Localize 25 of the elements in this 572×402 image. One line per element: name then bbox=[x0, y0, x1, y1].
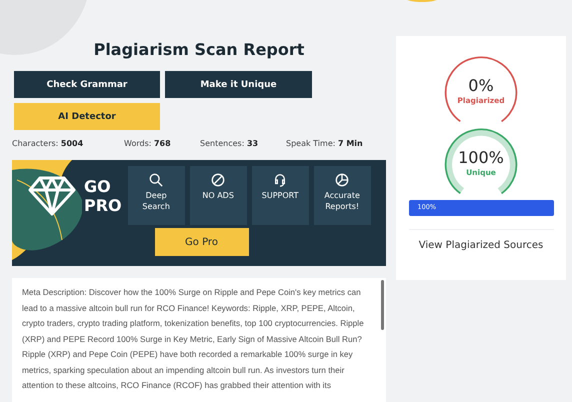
scrollbar-thumb[interactable] bbox=[381, 280, 384, 330]
search-icon bbox=[149, 173, 164, 187]
feature-label: SUPPORT bbox=[262, 190, 299, 201]
prohibited-icon bbox=[211, 173, 226, 187]
content-paragraph: Meta Description: Discover how the 100% Surge on Ripple and Pepe Coin's key metrics can lead to a massive altcoin bull run for RCO Finance! Keywords: Ripple, XRP, PEPE, Altcoin, crypto traders, crypto trading platform, tokenization benefits, top 100 cryptocurrencies. Ripple (XRP) and PEPE Record 100% Surge in Key Metric, Early Sign of Massive Altcoin Bull Run? Ripple (XRP) and Pepe Coin (PEPE) have both recorded a remarkable 100% surge in key metrics, sparking speculation about an impending altcoin bull run. As investors turn their attention to these altcoins, RCO Finance (RCOF) has grabbed their attention with its bbox=[22, 286, 365, 392]
feature-label: Accurate Reports! bbox=[323, 190, 361, 212]
report-title: Plagiarism Scan Report bbox=[92, 39, 306, 61]
action-button[interactable]: AI Detector bbox=[14, 103, 160, 130]
stat-text: Characters: 5004 bbox=[12, 139, 84, 148]
stat-text: Speak Time: 7 Min bbox=[286, 139, 363, 148]
gauge-value: 100% bbox=[458, 148, 504, 168]
feature-label: NO ADS bbox=[202, 190, 234, 201]
headset-icon bbox=[273, 173, 288, 187]
gauge-value: 0% bbox=[468, 76, 494, 96]
diamond-icon bbox=[28, 176, 76, 216]
feature-label: Deep Search bbox=[141, 190, 171, 212]
action-button[interactable]: Make it Unique bbox=[165, 71, 312, 98]
stat-text: Words: 768 bbox=[124, 139, 172, 148]
pie-chart-icon bbox=[335, 173, 350, 187]
go-pro-button[interactable]: Go Pro bbox=[154, 228, 248, 256]
promo-heading: PRO bbox=[84, 196, 122, 214]
stat-text: Sentences: 33 bbox=[200, 139, 260, 148]
action-button[interactable]: Check Grammar bbox=[14, 71, 160, 98]
sources-link[interactable]: View Plagiarized Sources bbox=[418, 240, 544, 251]
promo-heading: GO bbox=[84, 176, 112, 196]
